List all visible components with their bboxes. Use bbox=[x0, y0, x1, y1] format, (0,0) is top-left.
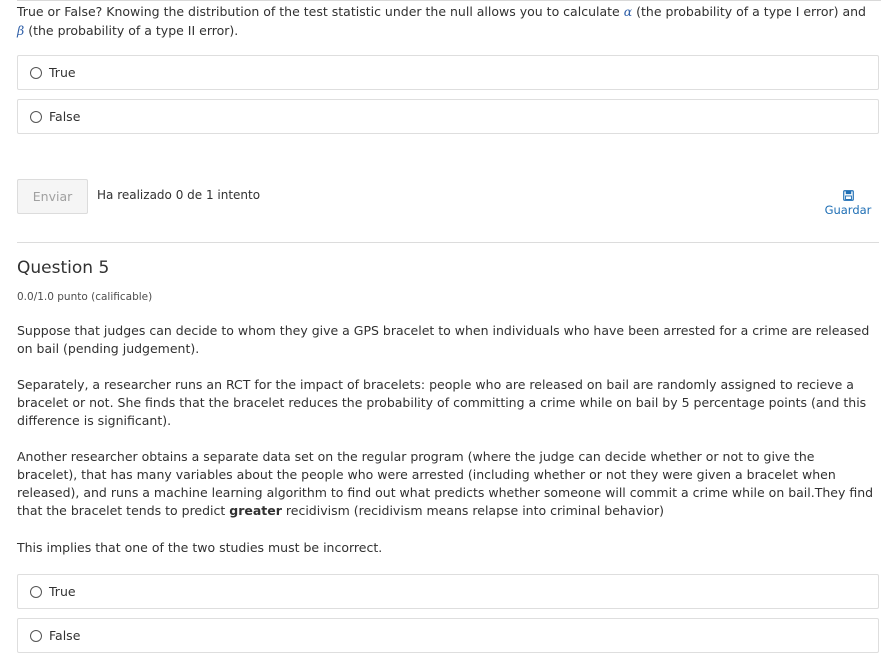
prev-option-true[interactable]: True bbox=[17, 55, 879, 90]
radio-button[interactable] bbox=[30, 585, 42, 598]
prompt-text-1: True or False? Knowing the distribution … bbox=[17, 4, 624, 19]
save-button[interactable]: Guardar bbox=[818, 190, 878, 217]
question-paragraph-2: Separately, a researcher runs an RCT for… bbox=[17, 377, 867, 428]
paragraph-3-bold: greater bbox=[229, 503, 282, 518]
prev-option-false[interactable]: False bbox=[17, 99, 879, 134]
save-label: Guardar bbox=[824, 203, 872, 217]
alpha-symbol: α bbox=[623, 4, 633, 19]
question-paragraph-1: Suppose that judges can decide to whom t… bbox=[17, 323, 870, 356]
question-paragraph-4: This implies that one of the two studies… bbox=[17, 540, 383, 555]
radio-button[interactable] bbox=[30, 629, 42, 642]
option-label: False bbox=[49, 109, 81, 124]
submit-button[interactable]: Enviar bbox=[17, 179, 88, 214]
radio-button[interactable] bbox=[30, 110, 42, 123]
option-false[interactable]: False bbox=[17, 618, 879, 653]
previous-question-prompt: True or False? Knowing the distribution … bbox=[17, 2, 877, 40]
question-title: Question 5 bbox=[17, 258, 110, 278]
option-label: True bbox=[49, 65, 76, 80]
top-divider bbox=[17, 0, 881, 1]
section-divider bbox=[17, 242, 879, 243]
prompt-text-2: (the probability of a type I error) and bbox=[632, 4, 866, 19]
option-true[interactable]: True bbox=[17, 574, 879, 609]
question-points: 0.0/1.0 punto (calificable) bbox=[17, 291, 153, 303]
prompt-text-3: (the probability of a type II error). bbox=[24, 23, 239, 38]
question-paragraph-3: Another researcher obtains a separate da… bbox=[17, 448, 877, 520]
paragraph-3-text-2: recidivism (recidivism means relapse int… bbox=[281, 503, 665, 518]
radio-button[interactable] bbox=[30, 66, 42, 79]
attempts-text: Ha realizado 0 de 1 intento bbox=[97, 188, 261, 202]
option-label: True bbox=[49, 584, 76, 599]
floppy-disk-icon bbox=[842, 190, 854, 201]
option-label: False bbox=[49, 628, 81, 643]
